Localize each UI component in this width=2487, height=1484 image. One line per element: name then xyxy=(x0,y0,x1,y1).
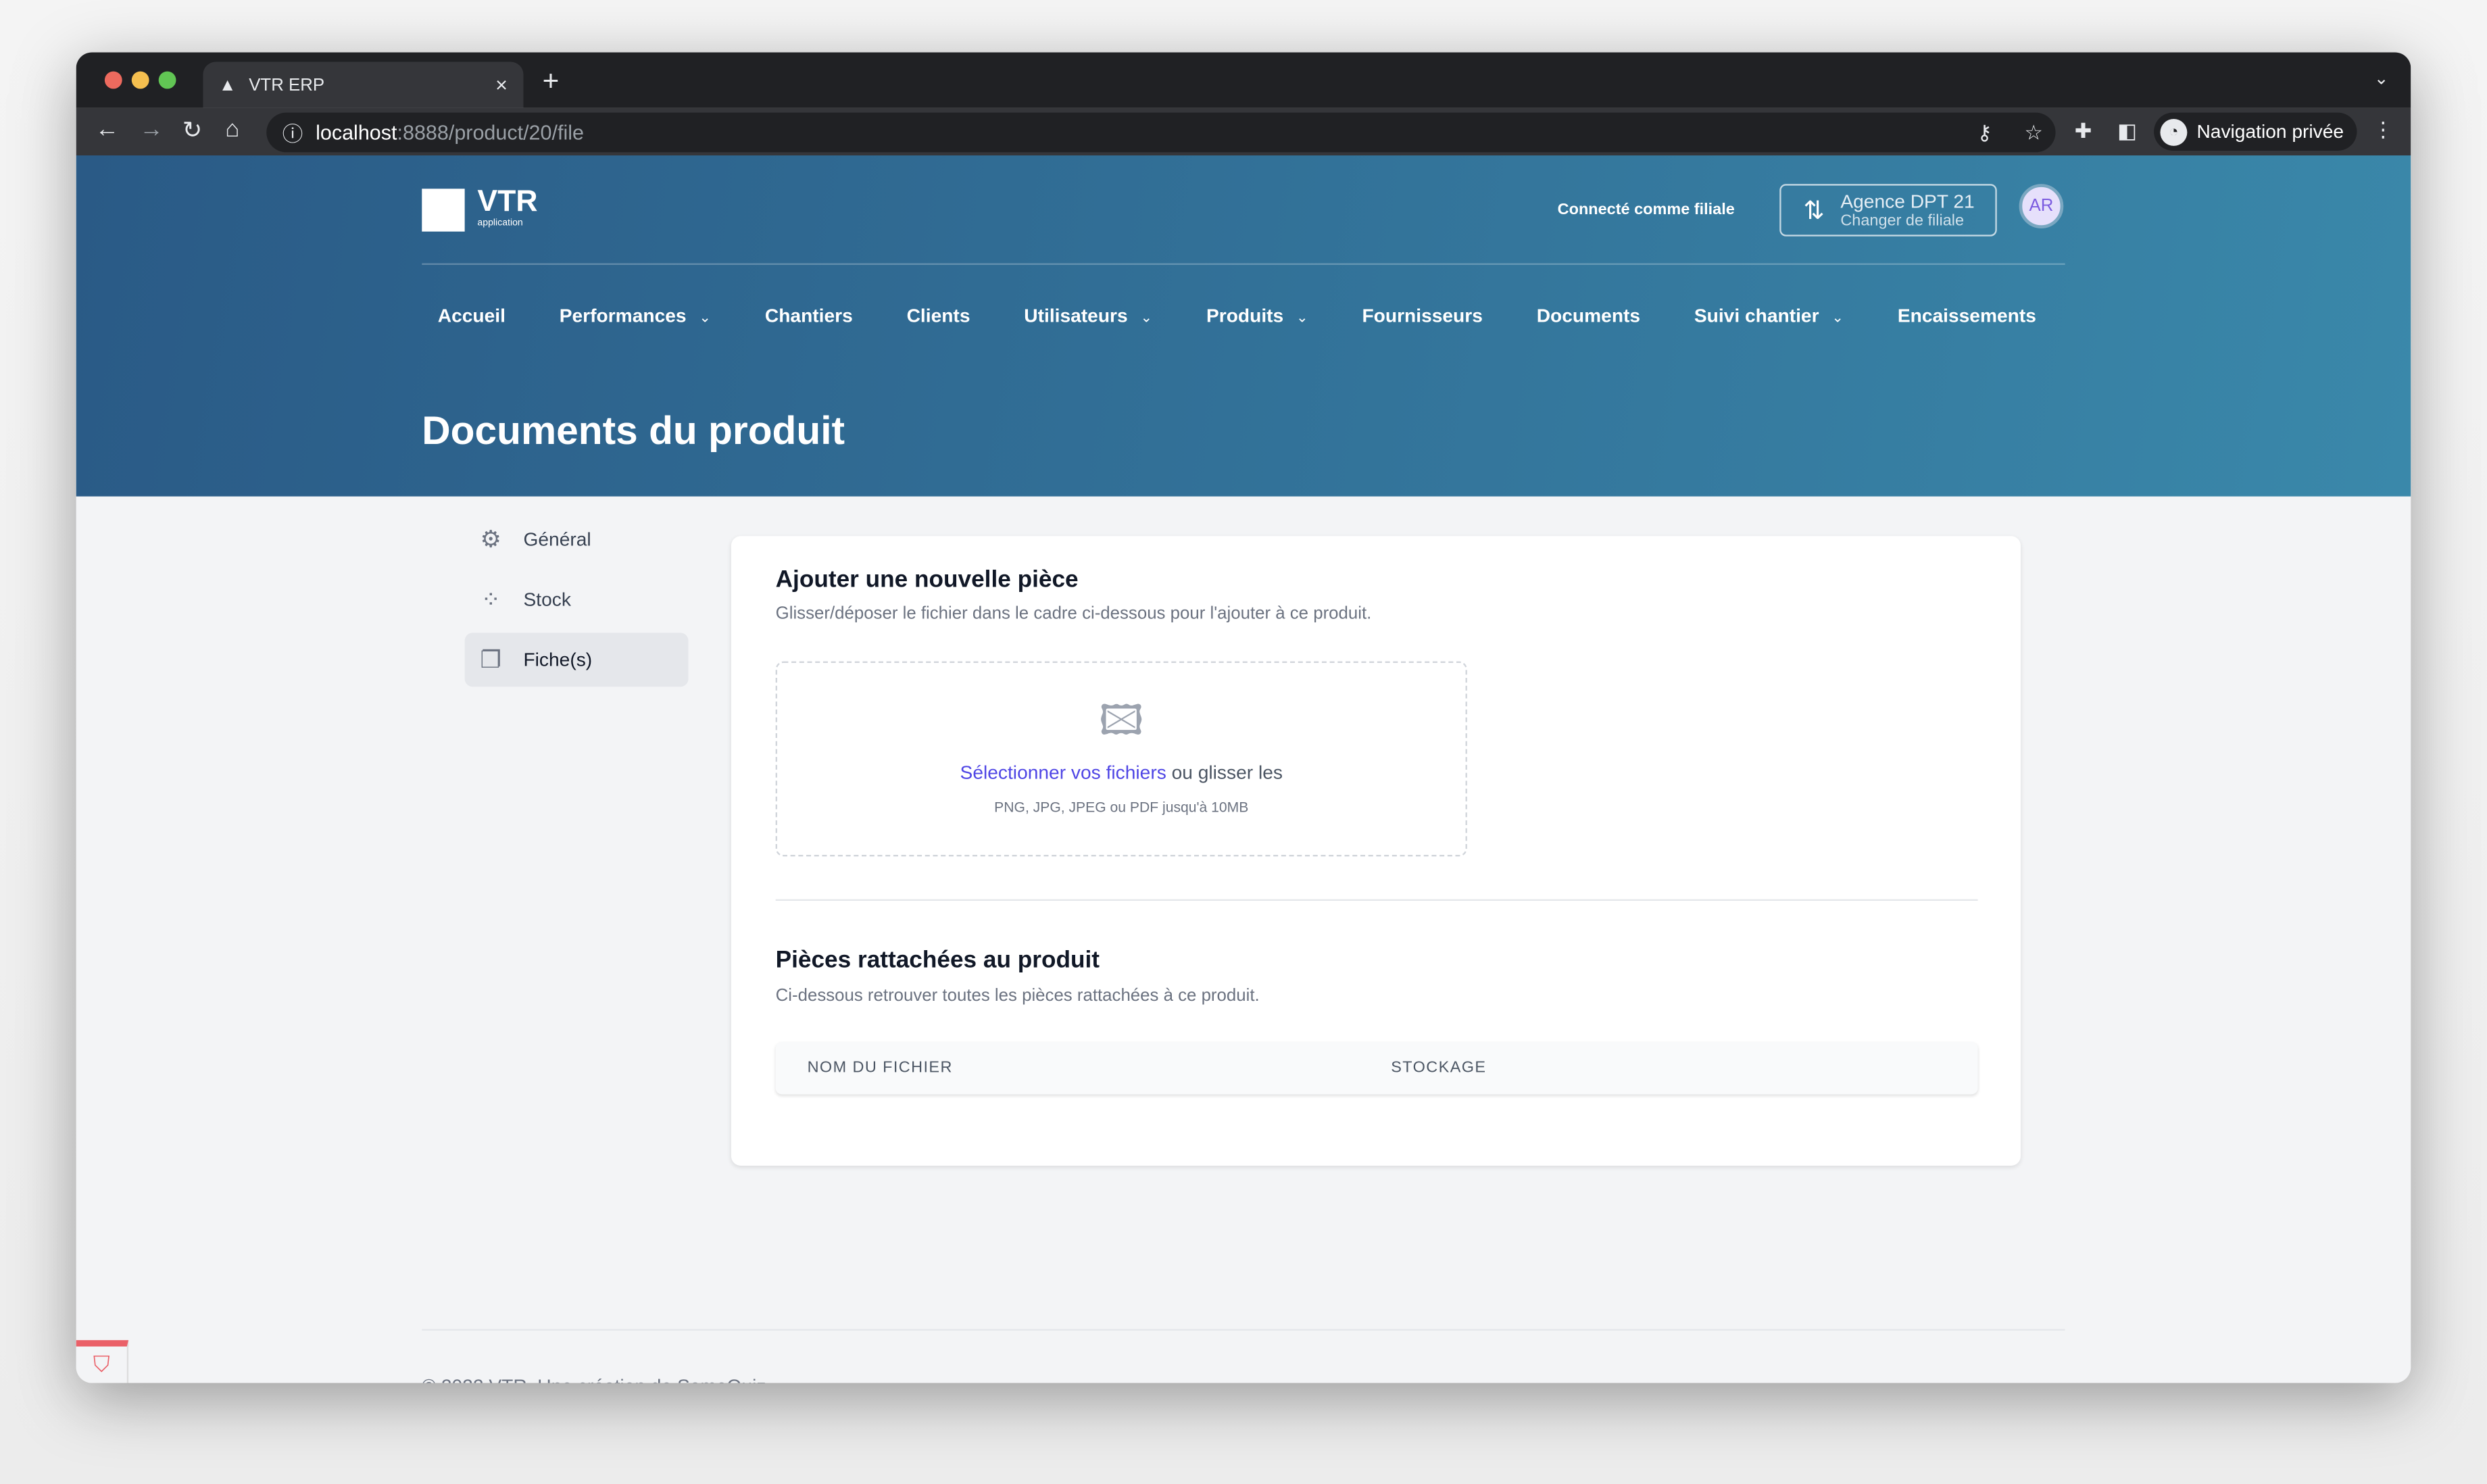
close-tab-icon[interactable]: × xyxy=(495,73,508,97)
file-hint: PNG, JPG, JPEG ou PDF jusqu'à 10MB xyxy=(994,799,1249,816)
swap-arrows-icon: ⇅ xyxy=(1803,197,1825,225)
product-sidebar: ⚙ Général ⁘ Stock ❐ Fiche(s) xyxy=(464,512,689,693)
browser-toolbar: ← → ↻ ⌂ ⓘ localhost:8888/product/20/file … xyxy=(76,107,2411,155)
drag-label: ou glisser les xyxy=(1166,761,1283,784)
nav-label: Chantiers xyxy=(764,304,853,327)
bookmark-star-icon[interactable]: ☆ xyxy=(2024,120,2042,145)
attached-subtitle: Ci-dessous retrouver toutes les pièces r… xyxy=(775,986,1260,1006)
nav-produits[interactable]: Produits ⌄ xyxy=(1206,305,1308,327)
sidebar-item-label: Fiche(s) xyxy=(523,648,593,671)
page-title: Documents du produit xyxy=(422,409,845,454)
change-agency-button[interactable]: ⇅ Agence DPT 21 Changer de filiale xyxy=(1779,184,1997,237)
address-bar[interactable]: ⓘ localhost:8888/product/20/file ⚷ ☆ xyxy=(266,112,2056,153)
forward-icon[interactable]: → xyxy=(140,116,164,143)
add-image-icon: 🖾 xyxy=(1099,696,1144,744)
footer-divider xyxy=(422,1329,2065,1331)
logo-mark-icon xyxy=(422,189,465,232)
documents-icon: ❐ xyxy=(480,647,502,674)
private-label: Navigation privée xyxy=(2196,120,2344,143)
footer-text: © 2022 VTR. Une création de SomeQuiz xyxy=(422,1375,766,1383)
minimize-window-button[interactable] xyxy=(131,71,149,89)
nav-label: Utilisateurs xyxy=(1024,304,1128,327)
documents-card: Ajouter une nouvelle pièce Glisser/dépos… xyxy=(731,536,2021,1166)
sidebar-item-label: Stock xyxy=(523,588,571,611)
section-divider xyxy=(775,899,1978,901)
incognito-icon: ◔ xyxy=(2160,118,2188,145)
nav-accueil[interactable]: Accueil xyxy=(438,305,506,327)
sidepanel-icon[interactable]: ◧ xyxy=(2117,119,2137,145)
nav-label: Accueil xyxy=(437,304,506,327)
nav-utilisateurs[interactable]: Utilisateurs ⌄ xyxy=(1024,305,1152,327)
private-mode-badge[interactable]: ◔ Navigation privée xyxy=(2154,112,2357,151)
sidebar-item-label: Général xyxy=(523,528,591,551)
key-icon[interactable]: ⚷ xyxy=(1977,120,1992,145)
user-avatar[interactable]: AR xyxy=(2019,184,2064,228)
url-host: localhost xyxy=(316,120,397,145)
chevron-down-icon: ⌄ xyxy=(699,309,712,326)
header-divider xyxy=(422,263,2065,265)
nav-chantiers[interactable]: Chantiers xyxy=(765,305,853,327)
back-icon[interactable]: ← xyxy=(95,116,119,143)
close-window-button[interactable] xyxy=(104,71,122,89)
squares-plus-icon: ⁘ xyxy=(481,587,501,614)
nav-suivi-chantier[interactable]: Suivi chantier ⌄ xyxy=(1694,305,1844,327)
chevron-down-icon: ⌄ xyxy=(1831,309,1844,326)
nav-fournisseurs[interactable]: Fournisseurs xyxy=(1362,305,1482,327)
logo-subtext: application xyxy=(477,218,523,228)
main-nav: Accueil Performances ⌄ Chantiers Clients … xyxy=(438,305,2036,327)
tab-search-chevron-icon[interactable]: ⌄ xyxy=(2374,68,2389,89)
nav-label: Suivi chantier xyxy=(1694,304,1819,327)
sidebar-item-fiches[interactable]: ❐ Fiche(s) xyxy=(464,633,689,687)
sidebar-item-general[interactable]: ⚙ Général xyxy=(465,512,689,566)
agency-name: Agence DPT 21 xyxy=(1840,190,1975,213)
upload-subtitle: Glisser/déposer le fichier dans le cadre… xyxy=(775,604,1372,624)
nav-label: Produits xyxy=(1206,304,1284,327)
nav-label: Documents xyxy=(1536,304,1641,327)
gear-icon: ⚙ xyxy=(480,526,502,554)
tab-title: VTR ERP xyxy=(249,75,325,95)
attached-title: Pièces rattachées au produit xyxy=(775,947,1100,974)
select-files-link[interactable]: Sélectionner vos fichiers xyxy=(960,762,1166,784)
debugbar-laravel-icon[interactable]: ⛉ xyxy=(76,1340,129,1383)
nav-documents[interactable]: Documents xyxy=(1537,305,1640,327)
logo-text: VTR xyxy=(477,185,538,219)
nav-clients[interactable]: Clients xyxy=(907,305,970,327)
tab-bar: ▲ VTR ERP × + ⌄ xyxy=(76,52,2411,108)
nav-label: Performances xyxy=(559,304,687,327)
logo[interactable]: VTR application xyxy=(422,185,538,232)
column-header-filename: NOM DU FICHIER xyxy=(807,1059,953,1077)
agency-change-label: Changer de filiale xyxy=(1840,212,1965,230)
home-icon[interactable]: ⌂ xyxy=(225,116,239,143)
nav-label: Clients xyxy=(906,304,970,327)
sidebar-item-stock[interactable]: ⁘ Stock xyxy=(465,572,689,626)
column-header-storage: STOCKAGE xyxy=(1391,1059,1487,1077)
file-dropzone[interactable]: 🖾 Sélectionner vos fichiers ou glisser l… xyxy=(775,661,1467,857)
favicon-icon: ▲ xyxy=(218,75,237,95)
menu-kebab-icon[interactable]: ⋮ xyxy=(2373,118,2394,143)
connected-label: Connecté comme filiale xyxy=(1557,201,1735,219)
nav-performances[interactable]: Performances ⌄ xyxy=(560,305,711,327)
extensions-icon[interactable]: ✚ xyxy=(2075,119,2092,145)
new-tab-icon[interactable]: + xyxy=(543,65,560,98)
browser-window: ▲ VTR ERP × + ⌄ ← → ↻ ⌂ ⓘ localhost:8888/pr… xyxy=(76,52,2411,1383)
nav-label: Encaissements xyxy=(1897,304,2036,327)
chevron-down-icon: ⌄ xyxy=(1296,309,1308,326)
upload-title: Ajouter une nouvelle pièce xyxy=(775,566,1079,593)
url-path: :8888/product/20/file xyxy=(397,120,584,145)
app-header: VTR application Connecté comme filiale ⇅ A… xyxy=(76,155,2411,497)
chevron-down-icon: ⌄ xyxy=(1140,309,1153,326)
browser-tab[interactable]: ▲ VTR ERP × xyxy=(203,61,524,108)
files-table-header: NOM DU FICHIER STOCKAGE xyxy=(775,1041,1978,1095)
maximize-window-button[interactable] xyxy=(158,71,176,89)
info-icon: ⓘ xyxy=(282,122,303,146)
nav-encaissements[interactable]: Encaissements xyxy=(1898,305,2036,327)
nav-label: Fournisseurs xyxy=(1362,304,1483,327)
reload-icon[interactable]: ↻ xyxy=(182,116,203,145)
